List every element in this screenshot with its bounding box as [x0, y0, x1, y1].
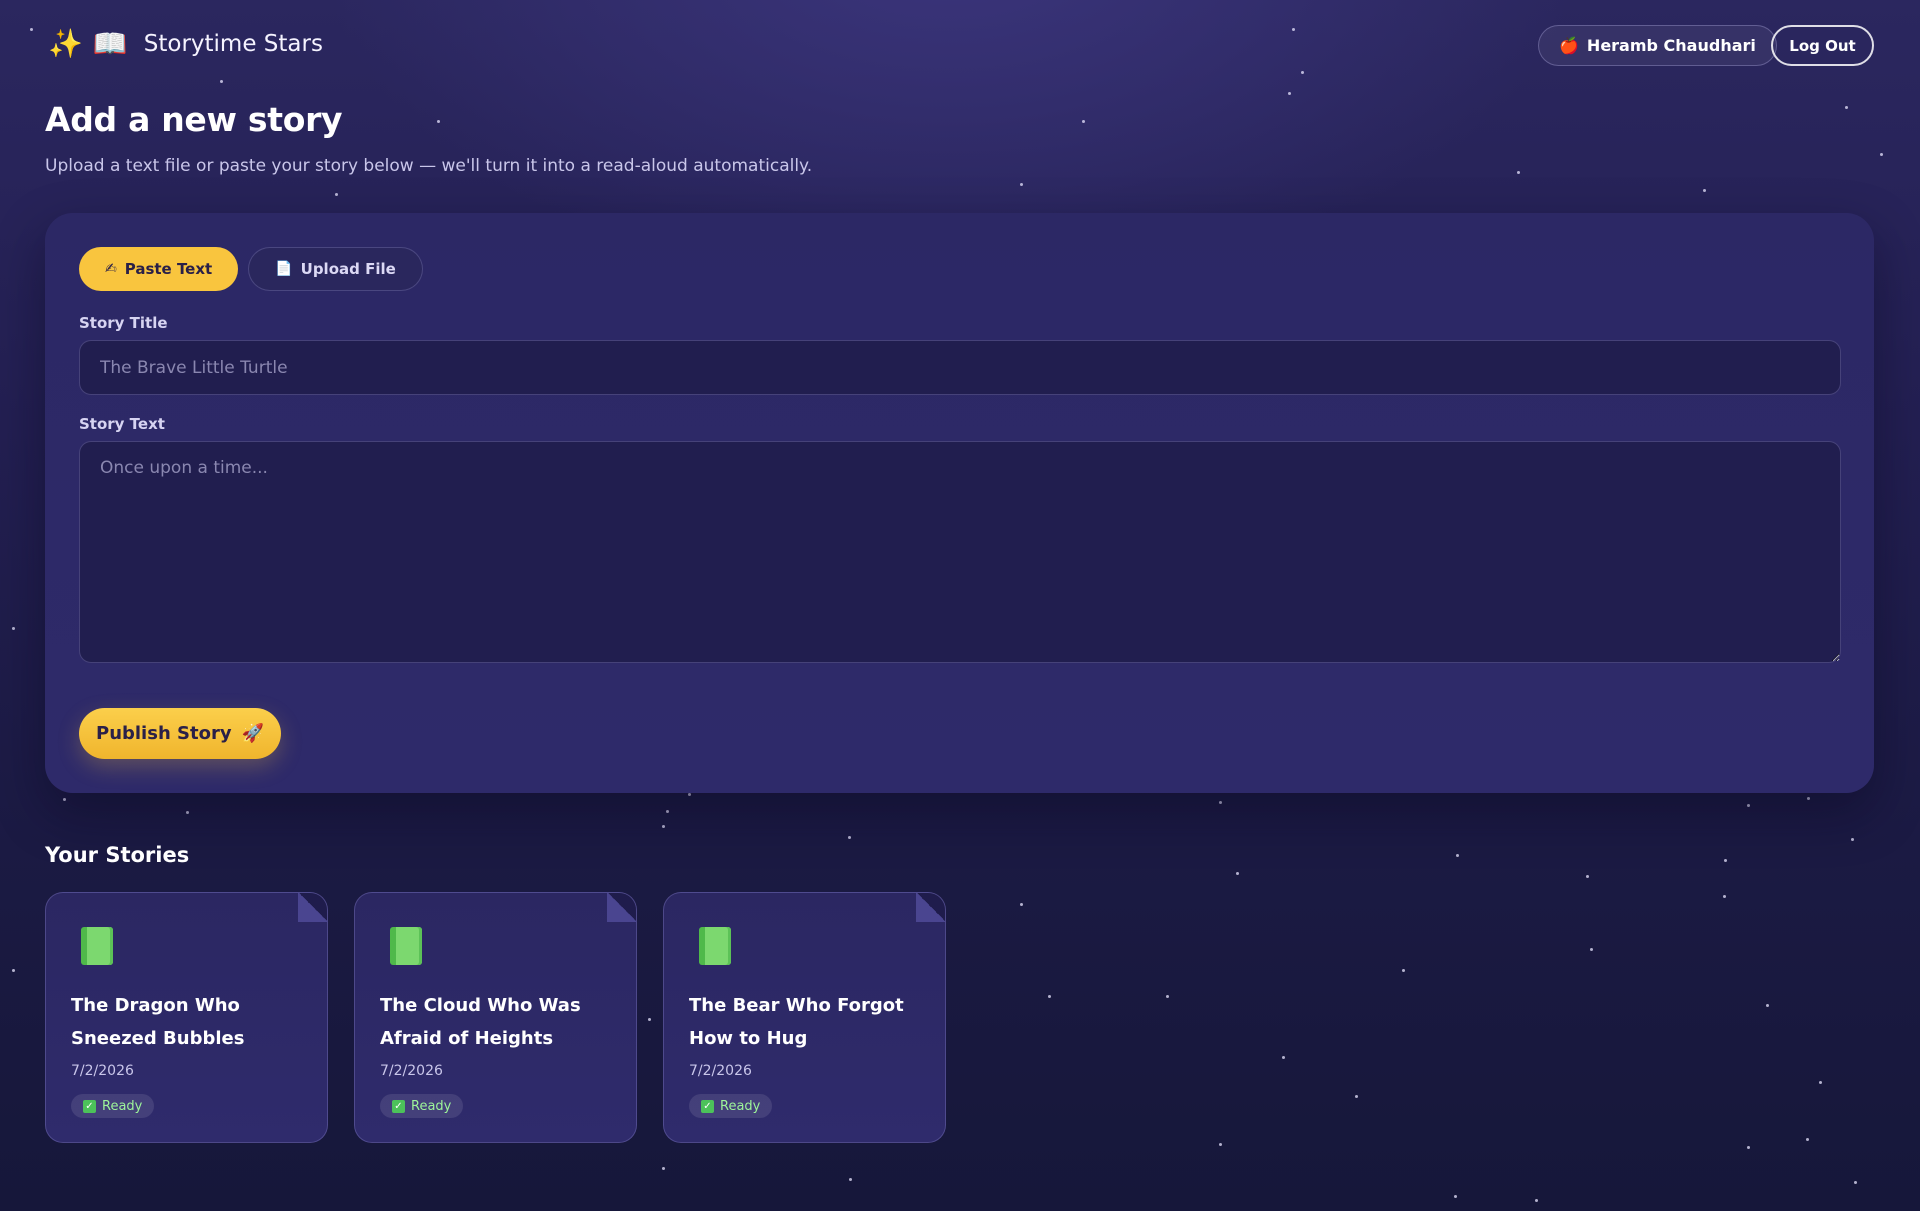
open-book-icon: 📖 — [92, 27, 128, 60]
tab-label: Paste Text — [124, 260, 213, 278]
story-title-input[interactable] — [79, 340, 1841, 395]
green-book-icon — [81, 927, 113, 965]
story-title-label: Story Title — [79, 314, 168, 332]
check-icon: ✓ — [83, 1099, 96, 1113]
check-icon: ✓ — [701, 1099, 714, 1113]
page-fold-corner — [298, 893, 327, 922]
status-badge: ✓ Ready — [689, 1094, 773, 1118]
status-badge: ✓ Ready — [71, 1094, 155, 1118]
tab-label: Upload File — [300, 260, 396, 278]
brand[interactable]: ✨ 📖 Storytime Stars — [48, 28, 323, 60]
rocket-icon: 🚀 — [241, 723, 264, 744]
logout-button[interactable]: Log Out — [1771, 25, 1874, 66]
input-mode-tabs: ✍ Paste Text 📄 Upload File — [79, 247, 423, 291]
story-card[interactable]: The Bear Who Forgot How to Hug 7/2/2026 … — [663, 892, 946, 1143]
status-label: Ready — [102, 1098, 143, 1114]
story-card[interactable]: The Dragon Who Sneezed Bubbles 7/2/2026 … — [45, 892, 328, 1143]
tab-paste-text[interactable]: ✍ Paste Text — [79, 247, 239, 291]
story-date: 7/2/2026 — [380, 1063, 443, 1079]
story-grid: The Dragon Who Sneezed Bubbles 7/2/2026 … — [45, 892, 946, 1143]
page-fold-corner — [916, 893, 945, 922]
story-date: 7/2/2026 — [689, 1063, 752, 1079]
story-date: 7/2/2026 — [71, 1063, 134, 1079]
publish-label: Publish Story — [96, 723, 232, 744]
page-subtitle: Upload a text file or paste your story b… — [45, 156, 813, 176]
green-book-icon — [390, 927, 422, 965]
story-text-input[interactable] — [79, 441, 1841, 663]
sparkles-icon: ✨ — [48, 27, 83, 60]
story-title: The Bear Who Forgot How to Hug — [689, 995, 904, 1049]
apple-avatar-icon: 🍎 — [1559, 36, 1579, 55]
status-badge: ✓ Ready — [380, 1094, 464, 1118]
story-title: The Dragon Who Sneezed Bubbles — [71, 995, 245, 1049]
writing-hand-icon: ✍ — [105, 261, 117, 277]
publish-story-button[interactable]: Publish Story 🚀 — [79, 708, 281, 759]
brand-name: Storytime Stars — [143, 31, 323, 57]
green-book-icon — [699, 927, 731, 965]
story-text-label: Story Text — [79, 415, 165, 433]
page-title: Add a new story — [45, 100, 343, 139]
user-profile-chip[interactable]: 🍎 Heramb Chaudhari — [1538, 25, 1777, 66]
status-label: Ready — [720, 1098, 761, 1114]
story-title: The Cloud Who Was Afraid of Heights — [380, 995, 581, 1049]
tab-upload-file[interactable]: 📄 Upload File — [248, 247, 423, 291]
story-card[interactable]: The Cloud Who Was Afraid of Heights 7/2/… — [354, 892, 637, 1143]
status-label: Ready — [411, 1098, 452, 1114]
document-icon: 📄 — [275, 261, 293, 277]
top-header: ✨ 📖 Storytime Stars 🍎 Heramb Chaudhari L… — [0, 0, 1920, 92]
page-fold-corner — [607, 893, 636, 922]
your-stories-heading: Your Stories — [45, 843, 190, 867]
user-name: Heramb Chaudhari — [1586, 36, 1756, 55]
add-story-form: ✍ Paste Text 📄 Upload File Story Title S… — [45, 213, 1874, 793]
check-icon: ✓ — [392, 1099, 405, 1113]
